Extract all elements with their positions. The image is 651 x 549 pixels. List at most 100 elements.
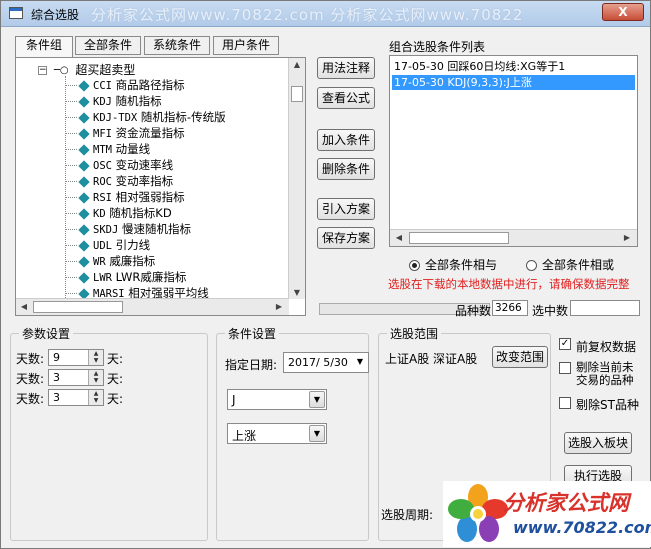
spinner-arrows[interactable]: ▲ ▼: [88, 370, 103, 385]
indicator-code: ROC: [93, 176, 112, 188]
delete-condition-button[interactable]: 删除条件: [317, 158, 375, 180]
radio-or[interactable]: [526, 260, 537, 271]
condition-list-item-selected[interactable]: 17-05-30 KDJ(9,3,3):J上涨: [392, 75, 635, 90]
add-condition-button[interactable]: 加入条件: [317, 129, 375, 151]
tab-all-conditions[interactable]: 全部条件: [75, 36, 141, 55]
param-value[interactable]: 9: [53, 351, 60, 364]
tab-system-conditions[interactable]: 系统条件: [144, 36, 210, 55]
scroll-left-icon[interactable]: ◀: [19, 302, 29, 311]
indicator-code: MTM: [93, 144, 112, 156]
view-formula-button[interactable]: 查看公式: [317, 87, 375, 109]
param-spinner[interactable]: 9 ▲ ▼: [48, 349, 104, 366]
tree-item[interactable]: UDL 引力线: [65, 237, 150, 253]
tree-item[interactable]: SKDJ 慢速随机指标: [65, 221, 191, 237]
spin-down-icon[interactable]: ▼: [89, 397, 103, 404]
spin-up-icon[interactable]: ▲: [89, 350, 103, 357]
spin-down-icon[interactable]: ▼: [89, 357, 103, 364]
tree-item[interactable]: LWR LWR威廉指标: [65, 269, 186, 285]
close-button[interactable]: X: [602, 3, 644, 21]
logic-or-option[interactable]: 全部条件相或: [526, 256, 614, 273]
tree-item[interactable]: OSC 变动速率线: [65, 157, 173, 173]
calendar-dropdown-icon[interactable]: ▼: [353, 354, 367, 371]
logo-url: www.70822.com: [513, 518, 651, 537]
tree-item[interactable]: ROC 变动率指标: [65, 173, 173, 189]
indicator-code: UDL: [93, 240, 112, 252]
tree-item[interactable]: RSI 相对强弱指标: [65, 189, 185, 205]
param-spinner[interactable]: 3 ▲ ▼: [48, 389, 104, 406]
chevron-down-icon[interactable]: ▼: [309, 425, 325, 442]
indicator-name: 慢速随机指标: [121, 222, 191, 236]
indicator-name: 动量线: [115, 142, 151, 156]
scroll-thumb[interactable]: [291, 86, 303, 102]
indicator-tree[interactable]: − ─○ 超买超卖型 CCI 商品路径指标 KDJ 随机指标 KDJ-TDX 随机指…: [15, 57, 306, 316]
spin-up-icon[interactable]: ▲: [89, 370, 103, 377]
import-plan-button[interactable]: 引入方案: [317, 198, 375, 220]
indicator-icon: [78, 95, 90, 108]
add-to-block-button[interactable]: 选股入板块: [564, 432, 632, 454]
tree-item[interactable]: KDJ-TDX 随机指标-传统版: [65, 109, 226, 125]
usage-note-button[interactable]: 用法注释: [317, 57, 375, 79]
condition-list-item[interactable]: 17-05-30 回踩60日均线:XG等于1: [392, 59, 635, 74]
scroll-down-icon[interactable]: ▼: [292, 288, 302, 297]
tab-user-conditions[interactable]: 用户条件: [213, 36, 279, 55]
indicator-name: LWR威廉指标: [115, 270, 187, 284]
tree-vertical-scrollbar[interactable]: ▲ ▼: [288, 58, 305, 299]
tree-item[interactable]: WR 威廉指标: [65, 253, 155, 269]
radio-and[interactable]: [409, 260, 420, 271]
indicator-name: 相对强弱指标: [115, 190, 185, 204]
change-range-button[interactable]: 改变范围: [492, 346, 548, 368]
indicator-code: CCI: [93, 80, 112, 92]
spinner-arrows[interactable]: ▲ ▼: [88, 390, 103, 405]
chevron-down-icon[interactable]: ▼: [309, 391, 325, 408]
checkbox-exclude-untraded[interactable]: [559, 362, 571, 374]
condition-listbox[interactable]: 17-05-30 回踩60日均线:XG等于1 17-05-30 KDJ(9,3,…: [389, 55, 638, 247]
tree-connector: [65, 245, 77, 246]
key-icon: ─○: [53, 65, 69, 76]
tree-connector: [65, 293, 77, 294]
hscroll-thumb[interactable]: [33, 301, 123, 313]
tree-item[interactable]: MFI 资金流量指标: [65, 125, 185, 141]
tree-item[interactable]: MTM 动量线: [65, 141, 150, 157]
scroll-right-icon[interactable]: ▶: [622, 233, 632, 242]
operator-select[interactable]: 上涨 ▼: [227, 423, 327, 444]
param-value[interactable]: 3: [53, 371, 60, 384]
date-picker[interactable]: 2017/ 5/30 ▼: [283, 352, 369, 373]
indicator-icon: [78, 143, 90, 156]
spin-down-icon[interactable]: ▼: [89, 377, 103, 384]
param-value[interactable]: 3: [53, 391, 60, 404]
hscroll-thumb[interactable]: [409, 232, 509, 244]
tree-node-root[interactable]: − ─○ 超买超卖型: [38, 61, 135, 77]
collapse-icon[interactable]: −: [38, 66, 47, 75]
scroll-right-icon[interactable]: ▶: [274, 302, 284, 311]
condition-list-hscrollbar[interactable]: ◀ ▶: [390, 229, 637, 246]
tree-item[interactable]: KDJ 随机指标: [65, 93, 162, 109]
tab-condition-group[interactable]: 条件组: [15, 36, 73, 57]
window-title: 综合选股: [31, 8, 80, 22]
option-label: 前复权数据: [576, 340, 637, 354]
scroll-left-icon[interactable]: ◀: [394, 233, 404, 242]
scroll-up-icon[interactable]: ▲: [292, 60, 302, 69]
count-label: 品种数: [455, 304, 492, 318]
tree-connector: [65, 85, 77, 86]
indicator-code: WR: [93, 256, 106, 268]
logic-or-label: 全部条件相或: [542, 258, 615, 272]
tree-connector: [65, 165, 77, 166]
save-plan-button[interactable]: 保存方案: [317, 227, 375, 249]
tree-item[interactable]: KD 随机指标KD: [65, 205, 172, 221]
param-spinner[interactable]: 3 ▲ ▼: [48, 369, 104, 386]
indicator-icon: [78, 175, 90, 188]
param-unit: 天:: [107, 392, 124, 406]
indicator-name: 引力线: [115, 238, 151, 252]
checkbox-forward-adjust[interactable]: ✓: [559, 338, 571, 350]
logic-and-option[interactable]: 全部条件相与: [409, 256, 497, 273]
indicator-name: 随机指标KD: [109, 206, 172, 220]
tree-horizontal-scrollbar[interactable]: ◀ ▶: [16, 298, 289, 315]
checkbox-exclude-st[interactable]: [559, 397, 571, 409]
indicator-icon: [78, 79, 90, 92]
param-label: 天数:: [16, 392, 45, 406]
spin-up-icon[interactable]: ▲: [89, 390, 103, 397]
spinner-arrows[interactable]: ▲ ▼: [88, 350, 103, 365]
indicator-line-select[interactable]: J ▼: [227, 389, 327, 410]
indicator-code: SKDJ: [93, 224, 119, 236]
tree-item[interactable]: CCI 商品路径指标: [65, 77, 185, 93]
